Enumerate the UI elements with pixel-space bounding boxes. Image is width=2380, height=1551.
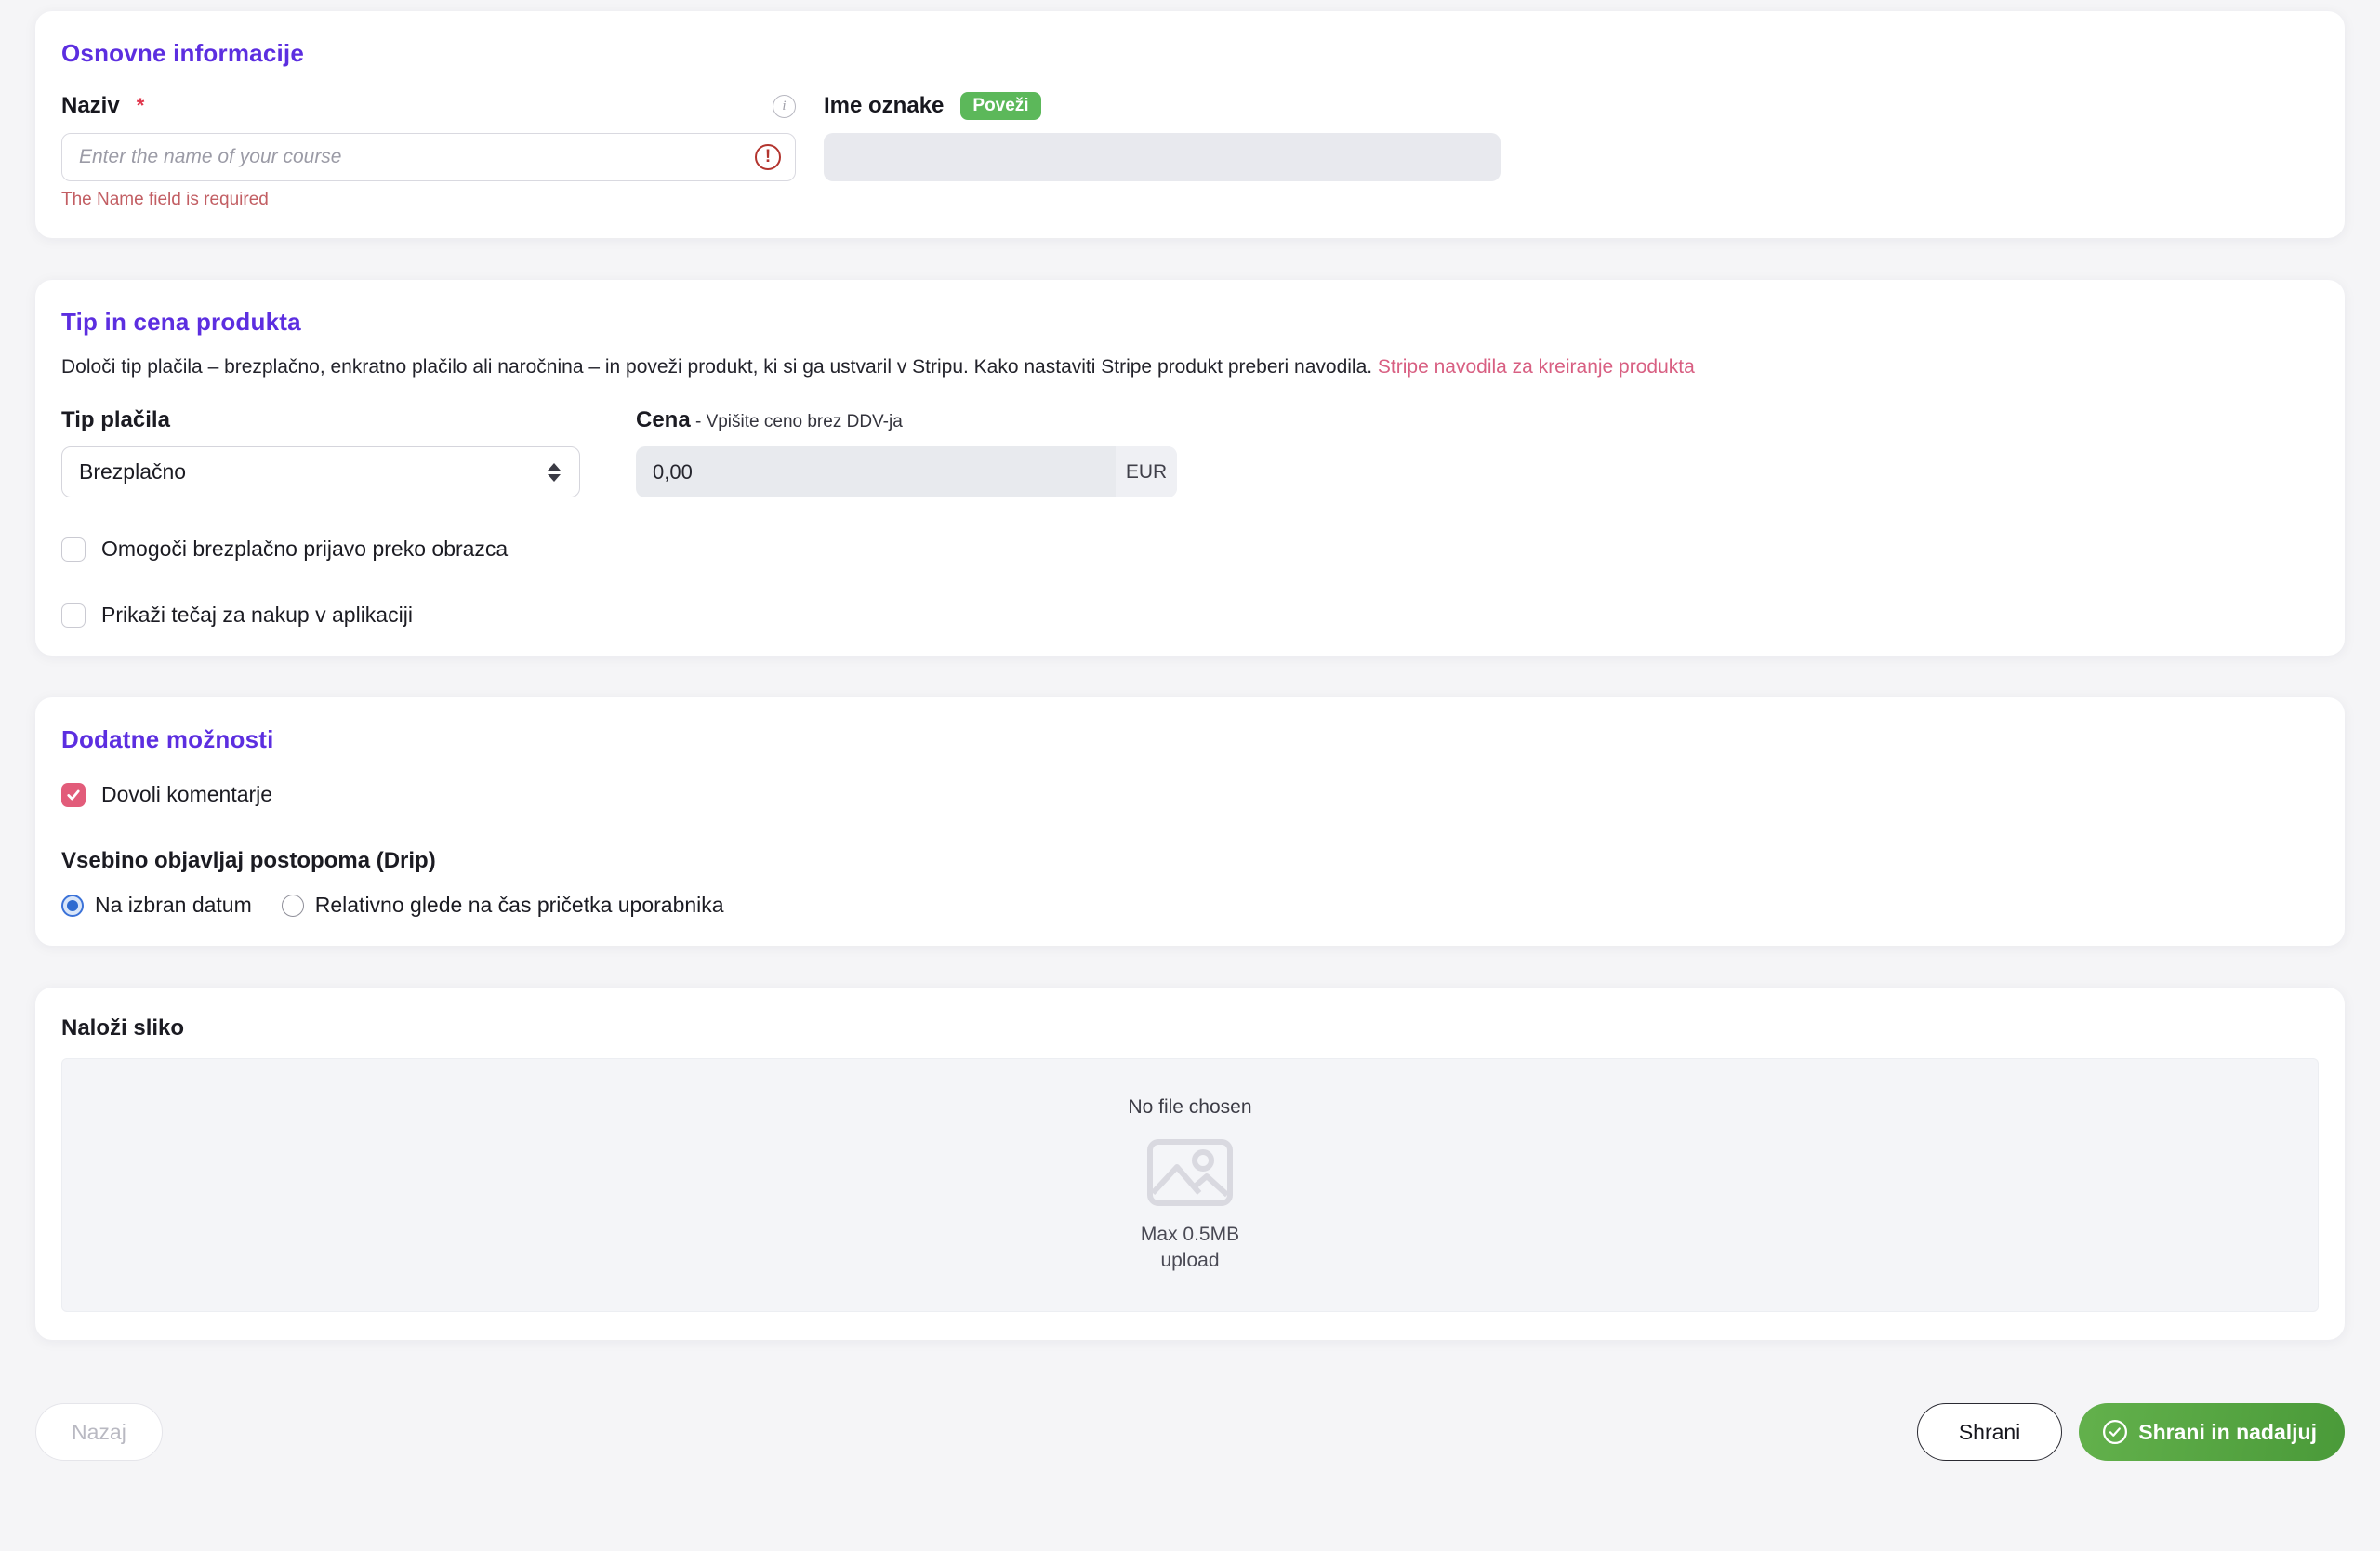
drip-date-radio-label: Na izbran datum [95, 893, 252, 918]
free-signup-checkbox-row[interactable]: Omogoči brezplačno prijavo preko obrazca [61, 537, 2319, 562]
radio-unselected-icon[interactable] [282, 895, 304, 917]
pricing-title: Tip in cena produkta [61, 308, 2319, 337]
extra-options-title: Dodatne možnosti [61, 725, 2319, 754]
basic-info-title: Osnovne informacije [61, 39, 2319, 68]
pricing-description: Določi tip plačila – brezplačno, enkratn… [61, 353, 2319, 381]
image-upload-card: Naloži sliko No file chosen Max 0.5MB up… [35, 988, 2345, 1340]
app-purchase-checkbox-row[interactable]: Prikaži tečaj za nakup v aplikaciji [61, 603, 2319, 628]
max-size-line1: Max 0.5MB [1141, 1222, 1239, 1248]
drip-label: Vsebino objavljaj postopoma (Drip) [61, 848, 2319, 874]
extra-options-card: Dodatne možnosti Dovoli komentarje Vsebi… [35, 697, 2345, 946]
comments-checkbox-row[interactable]: Dovoli komentarje [61, 782, 2319, 807]
price-input: 0,00 EUR [636, 446, 1177, 497]
image-placeholder-icon [1147, 1139, 1233, 1211]
price-hint: - Vpišite ceno brez DDV-ja [691, 412, 903, 431]
check-icon [65, 787, 82, 803]
comments-label: Dovoli komentarje [101, 782, 272, 807]
image-upload-dropzone[interactable]: No file chosen Max 0.5MB upload [61, 1058, 2319, 1312]
tag-name-column: Ime oznake Poveži [824, 92, 1501, 210]
free-signup-label: Omogoči brezplačno prijavo preko obrazca [101, 537, 508, 562]
info-icon[interactable]: i [773, 95, 796, 118]
save-and-continue-button[interactable]: Shrani in nadaljuj [2079, 1403, 2345, 1461]
payment-type-label: Tip plačila [61, 407, 580, 433]
payment-type-selected-value: Brezplačno [79, 459, 186, 484]
upload-title: Naloži sliko [61, 1015, 2319, 1041]
pricing-card: Tip in cena produkta Določi tip plačila … [35, 280, 2345, 656]
tag-name-input [824, 133, 1501, 181]
stripe-guide-link[interactable]: Stripe navodila za kreiranje produkta [1378, 356, 1695, 378]
app-purchase-checkbox[interactable] [61, 603, 86, 628]
radio-selected-icon[interactable] [61, 895, 84, 917]
comments-checkbox[interactable] [61, 783, 86, 807]
pricing-description-text: Določi tip plačila – brezplačno, enkratn… [61, 356, 1378, 378]
basic-info-card: Osnovne informacije Naziv * i ! The Name… [35, 11, 2345, 238]
error-icon: ! [755, 144, 781, 170]
course-name-input[interactable] [61, 133, 796, 181]
check-circle-icon [2101, 1418, 2129, 1446]
select-arrows-icon [548, 463, 561, 482]
max-size-line2: upload [1141, 1248, 1239, 1274]
no-file-chosen-text: No file chosen [1128, 1096, 1251, 1119]
free-signup-checkbox[interactable] [61, 537, 86, 562]
required-asterisk: * [137, 94, 145, 118]
currency-suffix: EUR [1116, 446, 1177, 497]
tag-name-label: Ime oznake [824, 93, 944, 119]
drip-relative-radio-option[interactable]: Relativno glede na čas pričetka uporabni… [282, 893, 724, 918]
back-button[interactable]: Nazaj [35, 1403, 163, 1461]
save-and-continue-label: Shrani in nadaljuj [2138, 1420, 2317, 1445]
payment-type-select[interactable]: Brezplačno [61, 446, 580, 497]
footer-actions: Nazaj Shrani Shrani in nadaljuj [35, 1403, 2345, 1461]
connect-badge[interactable]: Poveži [960, 92, 1040, 121]
course-name-label: Naziv [61, 93, 120, 119]
price-value: 0,00 [653, 460, 693, 484]
max-size-text: Max 0.5MB upload [1141, 1222, 1239, 1275]
name-error-message: The Name field is required [61, 190, 796, 210]
drip-date-radio-option[interactable]: Na izbran datum [61, 893, 252, 918]
price-label: Cena [636, 407, 691, 432]
app-purchase-label: Prikaži tečaj za nakup v aplikaciji [101, 603, 413, 628]
course-name-column: Naziv * i ! The Name field is required [61, 92, 796, 210]
save-button[interactable]: Shrani [1917, 1403, 2062, 1461]
drip-relative-radio-label: Relativno glede na čas pričetka uporabni… [315, 893, 724, 918]
course-settings-page: Osnovne informacije Naziv * i ! The Name… [0, 0, 2380, 1551]
